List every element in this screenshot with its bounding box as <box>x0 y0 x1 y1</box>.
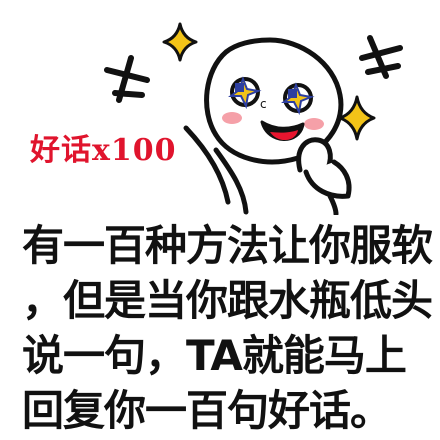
cross-sparkle-right-icon <box>359 35 403 79</box>
badge-label: 好话x100 <box>30 133 177 168</box>
caption-line-4: 回复你一百句好话。 <box>22 386 392 435</box>
left-eye-icon <box>228 76 262 110</box>
caption-line-3: 说一句，TA就能马上 <box>22 331 407 380</box>
svg-text:c: c <box>260 97 267 111</box>
hand-icon <box>296 137 352 199</box>
head-tilt-character: c <box>183 37 352 215</box>
right-blush <box>304 118 324 130</box>
meme-canvas: c 好话x100 有一百种方法让你服软 ，但是当你跟水瓶低头 说一句，TA就能马… <box>0 0 440 440</box>
cross-sparkle-left-icon <box>104 55 150 103</box>
badge-text: 好话x100 <box>30 131 190 171</box>
right-eye-icon <box>281 82 315 116</box>
left-blush <box>222 112 242 124</box>
sparkle-top-icon <box>162 22 198 62</box>
sticker-artwork: c <box>104 22 403 215</box>
caption-line-2: ，但是当你跟水瓶低头 <box>22 276 433 325</box>
caption-line-1: 有一百种方法让你服软 <box>22 221 433 270</box>
sparkle-right-icon <box>338 95 376 141</box>
caption-block: 有一百种方法让你服软 ，但是当你跟水瓶低头 说一句，TA就能马上 回复你一百句好… <box>22 218 433 438</box>
